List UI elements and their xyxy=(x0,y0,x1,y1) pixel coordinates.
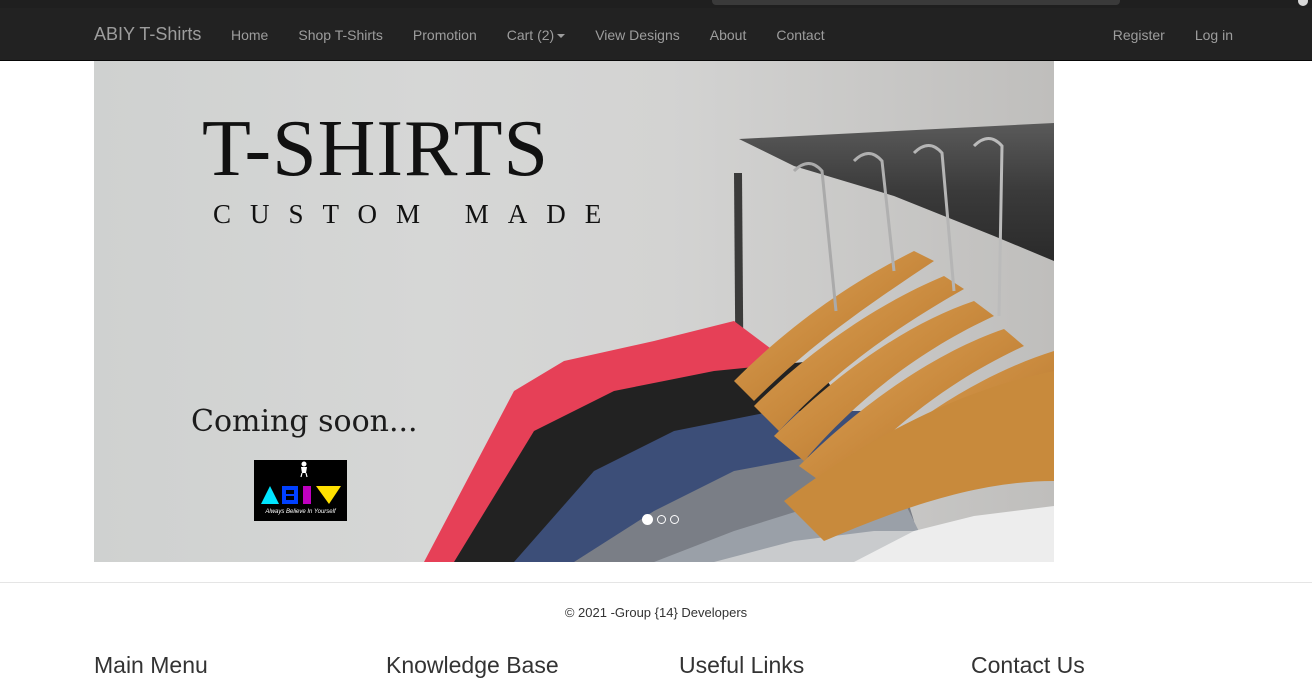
copyright-text: © 2021 -Group {14} Developers xyxy=(564,605,748,620)
cart-caret-icon xyxy=(557,34,566,39)
slide-title: T-SHIRTS xyxy=(202,105,549,193)
abiy-mascot-icon xyxy=(300,461,308,478)
abiy-wordmark xyxy=(261,486,341,504)
brand-link[interactable]: ABIY T-Shirts xyxy=(94,8,201,60)
nav-left-group: Home Shop T-Shirts Promotion Cart (2) Vi… xyxy=(231,8,840,60)
abiy-logo: Always Believe In Yourself xyxy=(254,460,347,521)
footer-heading-main-menu: Main Menu xyxy=(94,652,208,678)
nav-view-designs[interactable]: View Designs xyxy=(580,8,695,60)
nav-promotion[interactable]: Promotion xyxy=(398,8,492,60)
carousel-indicator-2[interactable] xyxy=(657,515,666,524)
carousel-indicator-1[interactable] xyxy=(642,514,653,525)
nav-contact[interactable]: Contact xyxy=(761,8,839,60)
hero-carousel[interactable]: T-SHIRTS CUSTOM MADE Coming soon... Alwa… xyxy=(94,61,1054,562)
scroll-indicator xyxy=(712,0,1120,5)
nav-register[interactable]: Register xyxy=(1098,8,1180,60)
footer-heading-useful-links: Useful Links xyxy=(679,652,805,678)
nav-cart-dropdown[interactable]: Cart (2) xyxy=(492,8,580,60)
nav-shop-tshirts[interactable]: Shop T-Shirts xyxy=(283,8,398,60)
top-navbar: ABIY T-Shirts Home Shop T-Shirts Promoti… xyxy=(0,8,1312,61)
coming-soon-text: Coming soon... xyxy=(191,404,418,439)
nav-login[interactable]: Log in xyxy=(1180,8,1233,60)
nav-right-group: Register Log in xyxy=(1098,8,1233,60)
logo-tagline: Always Believe In Yourself xyxy=(265,509,336,515)
footer-heading-contact-us: Contact Us xyxy=(971,652,1085,678)
nav-home[interactable]: Home xyxy=(231,8,283,60)
slide-subtitle: CUSTOM MADE xyxy=(213,199,621,229)
footer-heading-knowledge-base: Knowledge Base xyxy=(386,652,559,678)
carousel-indicator-3[interactable] xyxy=(670,515,679,524)
nav-cart-label: Cart (2) xyxy=(506,27,555,43)
footer-divider xyxy=(0,582,1312,583)
corner-dot xyxy=(1298,0,1308,6)
nav-about[interactable]: About xyxy=(695,8,762,60)
browser-top-strip xyxy=(0,0,1312,8)
carousel-indicators xyxy=(642,514,679,525)
